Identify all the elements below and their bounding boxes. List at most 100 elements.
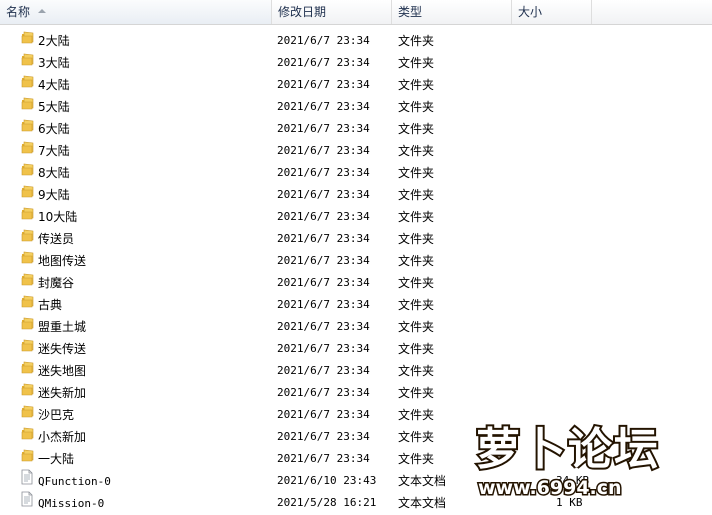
- file-date: 2021/6/7 23:34: [277, 34, 370, 47]
- file-name: 一大陆: [38, 452, 75, 466]
- file-date: 2021/6/7 23:34: [277, 100, 370, 113]
- file-name-cell: 3大陆: [20, 52, 70, 74]
- file-name: 地图传送: [38, 254, 87, 268]
- file-type: 文本文档: [398, 496, 447, 510]
- file-name: 3大陆: [38, 56, 70, 70]
- column-header-name[interactable]: 名称: [0, 0, 272, 24]
- folder-icon: [20, 448, 34, 470]
- file-row[interactable]: 9大陆 2021/6/7 23:34 文件夹: [0, 184, 712, 206]
- column-header-date-label: 修改日期: [278, 5, 327, 19]
- file-date: 2021/5/28 16:21: [277, 496, 377, 509]
- file-name-cell: 迷失传送: [20, 338, 86, 360]
- file-row[interactable]: 6大陆 2021/6/7 23:34 文件夹: [0, 118, 712, 140]
- folder-icon: [20, 316, 34, 338]
- file-date: 2021/6/7 23:34: [277, 210, 370, 223]
- file-row[interactable]: 古典 2021/6/7 23:34 文件夹: [0, 294, 712, 316]
- file-name-cell: 6大陆: [20, 118, 70, 140]
- file-row[interactable]: 传送员 2021/6/7 23:34 文件夹: [0, 228, 712, 250]
- folder-icon: [20, 382, 34, 404]
- file-name: QMission-0: [38, 497, 105, 510]
- file-row[interactable]: 3大陆 2021/6/7 23:34 文件夹: [0, 52, 712, 74]
- file-row[interactable]: 8大陆 2021/6/7 23:34 文件夹: [0, 162, 712, 184]
- text-document-icon: [20, 469, 34, 492]
- folder-icon: [20, 140, 34, 162]
- file-row[interactable]: 5大陆 2021/6/7 23:34 文件夹: [0, 96, 712, 118]
- file-type: 文件夹: [398, 276, 435, 290]
- folder-icon: [20, 96, 34, 118]
- file-date: 2021/6/7 23:34: [277, 452, 370, 465]
- column-header-name-label: 名称: [6, 5, 31, 19]
- file-name-cell: 迷失新加: [20, 382, 86, 404]
- file-row[interactable]: 迷失传送 2021/6/7 23:34 文件夹: [0, 338, 712, 360]
- file-date: 2021/6/10 23:43: [277, 474, 377, 487]
- file-date: 2021/6/7 23:34: [277, 166, 370, 179]
- file-type: 文件夹: [398, 408, 435, 422]
- file-date: 2021/6/7 23:34: [277, 298, 370, 311]
- file-name-cell: 一大陆: [20, 448, 74, 470]
- folder-icon: [20, 184, 34, 206]
- file-name: 4大陆: [38, 78, 70, 92]
- file-name: 2大陆: [38, 34, 70, 48]
- file-type: 文件夹: [398, 210, 435, 224]
- file-date: 2021/6/7 23:34: [277, 276, 370, 289]
- file-name-cell: 地图传送: [20, 250, 86, 272]
- file-name-cell: 盟重土城: [20, 316, 86, 338]
- file-name-cell: 传送员: [20, 228, 74, 250]
- file-row[interactable]: 迷失地图 2021/6/7 23:34 文件夹: [0, 360, 712, 382]
- file-name: 8大陆: [38, 166, 70, 180]
- file-row[interactable]: 4大陆 2021/6/7 23:34 文件夹: [0, 74, 712, 96]
- file-date: 2021/6/7 23:34: [277, 122, 370, 135]
- file-type: 文件夹: [398, 100, 435, 114]
- folder-icon: [20, 338, 34, 360]
- file-type: 文件夹: [398, 452, 435, 466]
- file-date: 2021/6/7 23:34: [277, 364, 370, 377]
- file-row[interactable]: 迷失新加 2021/6/7 23:34 文件夹: [0, 382, 712, 404]
- folder-icon: [20, 360, 34, 382]
- file-date: 2021/6/7 23:34: [277, 430, 370, 443]
- column-header-type-label: 类型: [398, 5, 423, 19]
- file-name-cell: 10大陆: [20, 206, 77, 228]
- file-name: 5大陆: [38, 100, 70, 114]
- file-row[interactable]: 2大陆 2021/6/7 23:34 文件夹: [0, 30, 712, 52]
- folder-icon: [20, 250, 34, 272]
- file-name: 迷失地图: [38, 364, 87, 378]
- file-row[interactable]: 7大陆 2021/6/7 23:34 文件夹: [0, 140, 712, 162]
- file-date: 2021/6/7 23:34: [277, 320, 370, 333]
- file-type: 文件夹: [398, 298, 435, 312]
- file-name: 6大陆: [38, 122, 70, 136]
- folder-icon: [20, 118, 34, 140]
- file-row[interactable]: 封魔谷 2021/6/7 23:34 文件夹: [0, 272, 712, 294]
- file-type: 文件夹: [398, 122, 435, 136]
- file-type: 文件夹: [398, 342, 435, 356]
- folder-icon: [20, 228, 34, 250]
- file-type: 文件夹: [398, 254, 435, 268]
- folder-icon: [20, 74, 34, 96]
- file-row[interactable]: 地图传送 2021/6/7 23:34 文件夹: [0, 250, 712, 272]
- file-name: 迷失传送: [38, 342, 87, 356]
- folder-icon: [20, 272, 34, 294]
- file-name: QFunction-0: [38, 475, 111, 488]
- file-date: 2021/6/7 23:34: [277, 342, 370, 355]
- file-name-cell: QFunction-0: [20, 469, 111, 492]
- folder-icon: [20, 206, 34, 228]
- file-type: 文件夹: [398, 232, 435, 246]
- file-type: 文件夹: [398, 430, 435, 444]
- column-header-date[interactable]: 修改日期: [272, 0, 392, 24]
- file-row[interactable]: 10大陆 2021/6/7 23:34 文件夹: [0, 206, 712, 228]
- file-name-cell: 4大陆: [20, 74, 70, 96]
- column-header-size[interactable]: 大小: [512, 0, 592, 24]
- file-row[interactable]: 盟重土城 2021/6/7 23:34 文件夹: [0, 316, 712, 338]
- file-name-cell: 迷失地图: [20, 360, 86, 382]
- file-name: 传送员: [38, 232, 75, 246]
- file-name: 沙巴克: [38, 408, 75, 422]
- file-name-cell: 2大陆: [20, 30, 70, 52]
- column-header-type[interactable]: 类型: [392, 0, 512, 24]
- file-date: 2021/6/7 23:34: [277, 386, 370, 399]
- file-date: 2021/6/7 23:34: [277, 188, 370, 201]
- file-type: 文件夹: [398, 188, 435, 202]
- file-name: 小杰新加: [38, 430, 87, 444]
- file-name-cell: 5大陆: [20, 96, 70, 118]
- file-name-cell: 封魔谷: [20, 272, 74, 294]
- folder-icon: [20, 426, 34, 448]
- column-header-size-label: 大小: [518, 5, 543, 19]
